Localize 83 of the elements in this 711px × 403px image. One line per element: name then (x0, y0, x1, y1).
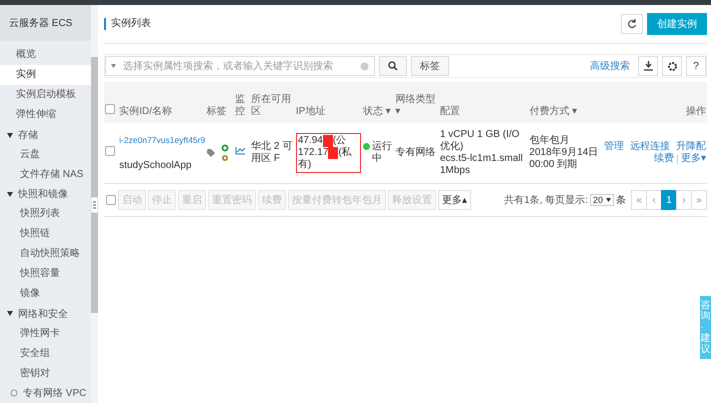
action-link[interactable]: 管理 (604, 141, 624, 153)
sidebar-item[interactable]: 快照容量 (0, 264, 91, 284)
sidebar-item[interactable]: 快照链 (0, 224, 91, 244)
config-text: 1 vCPU 1 GB (I/O优化) (440, 129, 520, 153)
column-header: 所在可用区 (251, 94, 292, 118)
table-cell: 华北 2 可用区 F (250, 123, 295, 184)
unit-label: 条 (616, 194, 626, 207)
sidebar-item[interactable]: 快照列表 (0, 204, 91, 224)
column-header: 网络类型 ▾ (395, 94, 436, 118)
checkbox[interactable] (106, 195, 116, 205)
collapse-handle-icon[interactable] (91, 197, 98, 213)
page-button[interactable]: 1 (661, 190, 677, 210)
sidebar-item[interactable]: 专有网络 VPC (23, 386, 86, 400)
ip-type: 有) (298, 159, 312, 170)
sidebar-item[interactable]: 云盘 (0, 144, 91, 165)
search-icon (388, 61, 398, 71)
ip-address: 47.94 (298, 135, 323, 147)
sidebar-title: 云服务器 ECS (0, 5, 91, 42)
column-header: 付费方式 ▾ (529, 106, 578, 118)
settings-button[interactable] (662, 56, 682, 76)
sidebar-item[interactable]: 镜像 (0, 284, 91, 304)
checkbox[interactable] (105, 146, 115, 156)
sidebar-group[interactable]: 存储 (18, 128, 38, 142)
expand-icon[interactable] (7, 132, 13, 138)
tag-icon[interactable] (206, 149, 214, 157)
page-size-select[interactable]: 20 (590, 194, 614, 206)
advanced-search-link[interactable]: 高级搜索 (590, 59, 630, 73)
status-icon (220, 144, 228, 152)
download-icon (644, 61, 652, 71)
pagination-summary: 共有1条, 每页显示: (504, 194, 588, 207)
tag-button[interactable]: 标签 (411, 56, 449, 76)
instance-id-link[interactable]: i-2ze0n77vus1eyft45r9 (119, 134, 204, 146)
page-title: 实例列表 (104, 18, 617, 30)
sidebar-item[interactable]: 弹性伸缩 (0, 105, 91, 126)
refresh-button[interactable] (621, 14, 643, 34)
column-header: 实例ID/名称 (119, 106, 173, 118)
sidebar-item[interactable]: 文件存储 NAS (0, 164, 91, 185)
redaction-mark (322, 135, 333, 147)
status-dot (362, 143, 370, 150)
action-link[interactable]: 更多▾ (680, 153, 706, 165)
ip-type: (公 (332, 135, 346, 147)
sidebar-item[interactable]: 自动快照策略 (0, 244, 91, 264)
action-link[interactable]: 远程连接 (630, 141, 670, 153)
sidebar-group[interactable]: 快照和镜像 (18, 187, 68, 202)
expand-icon[interactable] (7, 311, 13, 316)
column-header: 配置 (440, 106, 461, 118)
column-header: 操作 (685, 106, 706, 118)
sidebar-item[interactable]: 安全组 (0, 344, 91, 364)
payment-text: 包年包月 (529, 135, 570, 147)
scrollbar-thumb[interactable] (91, 57, 98, 313)
config-text: 1Mbps (440, 165, 471, 177)
sidebar-item[interactable]: 弹性网卡 (0, 324, 91, 344)
column-header: 标签 (206, 106, 228, 118)
action-link[interactable]: 续费 (654, 153, 674, 165)
export-button[interactable] (638, 56, 658, 76)
help-button[interactable]: ? (686, 56, 706, 76)
sidebar-item[interactable]: 实例 (0, 65, 91, 86)
checkbox[interactable] (105, 104, 115, 114)
column-header: 状态 ▾ (362, 106, 392, 118)
search-button[interactable] (379, 56, 407, 76)
action-link[interactable]: 升降配 (676, 141, 706, 153)
instance-name: studySchoolApp (119, 160, 192, 172)
payment-text: 2018年9月14日 00:00 到期 (529, 147, 600, 171)
sidebar-group[interactable]: 网络和安全 (18, 306, 68, 321)
caret-icon (111, 64, 116, 68)
settings-icon (668, 62, 676, 70)
action-button[interactable]: 更多▴ (438, 190, 472, 210)
column-header: 监控 (234, 94, 246, 118)
status-text: 运行中 (372, 141, 393, 165)
search-field[interactable]: 选择实例属性项搜索，或者输入关键字识别搜索 (105, 56, 375, 76)
column-header: IP地址 (296, 106, 326, 118)
caret-icon (606, 198, 611, 202)
config-text: ecs.t5-lc1m1.small (440, 153, 524, 165)
expand-icon[interactable] (7, 192, 13, 197)
sidebar-item[interactable]: 密钥对 (0, 364, 91, 384)
refresh-icon (627, 19, 637, 29)
ip-type: (私 (338, 147, 352, 159)
sidebar-item[interactable]: 概览 (0, 45, 91, 66)
chart-icon[interactable] (234, 147, 245, 155)
sidebar-item[interactable]: 实例启动模板 (0, 85, 91, 106)
table-cell: 专有网络 (394, 123, 439, 184)
ip-address: 172.17 (298, 147, 328, 159)
redaction-mark (328, 147, 338, 159)
